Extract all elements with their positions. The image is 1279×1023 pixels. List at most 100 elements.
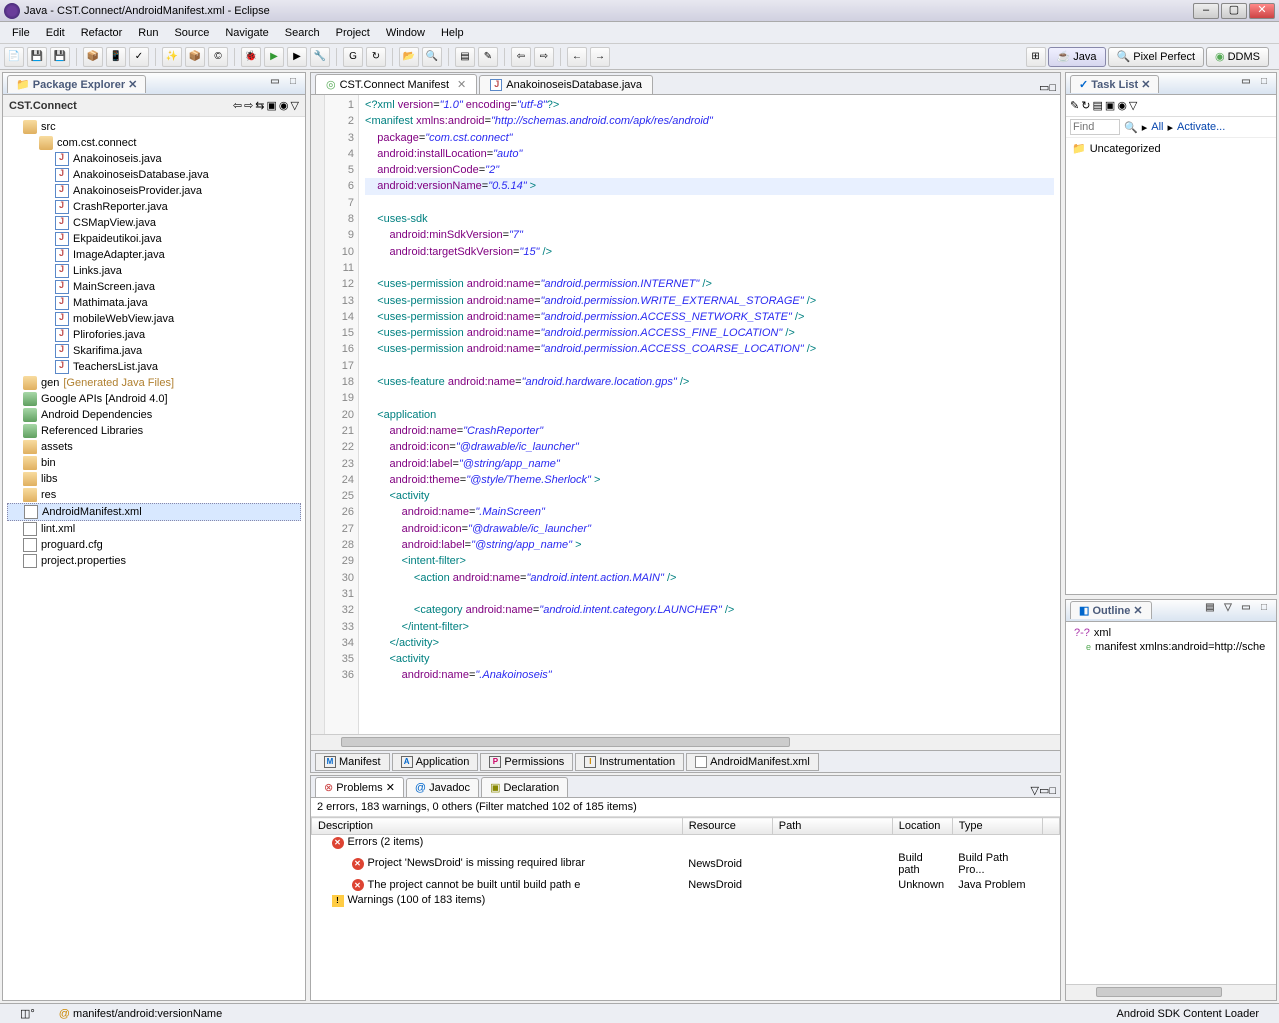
new-package-button[interactable]: 📦 [185,47,205,67]
maximize-view-icon[interactable]: □ [1049,82,1056,94]
maximize-view-icon[interactable]: □ [1256,602,1272,618]
new-class-button[interactable]: © [208,47,228,67]
folder-assets[interactable]: assets [7,439,301,455]
package-explorer-tree[interactable]: src com.cst.connect Anakoinoseis.javaAna… [3,117,305,1000]
java-file[interactable]: Plirofories.java [7,327,301,343]
open-type-button[interactable]: 📂 [399,47,419,67]
save-all-button[interactable]: 💾 [50,47,70,67]
lint-xml-file[interactable]: lint.xml [7,521,301,537]
minimize-view-icon[interactable]: ▭ [1039,82,1049,94]
prev-annotation-button[interactable]: ⇦ [511,47,531,67]
android-manifest-file[interactable]: AndroidManifest.xml [7,503,301,521]
error-row[interactable]: ✕The project cannot be built until build… [312,877,1060,893]
gen-folder[interactable]: gen [Generated Java Files] [7,375,301,391]
java-file[interactable]: CrashReporter.java [7,199,301,215]
task-find-input[interactable] [1070,119,1120,135]
filter-icon[interactable]: ▽ [1220,602,1236,618]
problems-tab[interactable]: ⊗Problems✕ [315,777,404,797]
code-editor[interactable]: 1234567891011121314151617181920212223242… [311,95,1060,734]
referenced-libs[interactable]: Referenced Libraries [7,423,301,439]
errors-group-row[interactable]: ✕Errors (2 items) [312,835,1060,851]
menu-project[interactable]: Project [328,25,378,41]
marker-bar[interactable] [311,95,325,734]
save-button[interactable]: 💾 [27,47,47,67]
close-icon[interactable]: ✕ [1133,605,1142,617]
java-file[interactable]: mobileWebView.java [7,311,301,327]
search-button[interactable]: 🔍 [422,47,442,67]
focus-task-icon[interactable]: ◉ [279,99,289,112]
view-menu-icon[interactable]: ▽ [1129,99,1137,112]
view-menu-icon[interactable]: ▽ [291,99,299,112]
mark-occurrences-button[interactable]: ✎ [478,47,498,67]
menu-file[interactable]: File [4,25,38,41]
menu-help[interactable]: Help [433,25,472,41]
col-resource[interactable]: Resource [682,818,772,835]
col-description[interactable]: Description [312,818,683,835]
minimize-view-icon[interactable]: ▭ [1238,602,1254,618]
maximize-view-icon[interactable]: □ [1049,785,1056,797]
outline-tab[interactable]: ◧ Outline ✕ [1070,601,1152,619]
folder-res[interactable]: res [7,487,301,503]
forward-icon[interactable]: ⇨ [244,99,253,112]
forward-button[interactable]: → [590,47,610,67]
external-tools-button[interactable]: 🔧 [310,47,330,67]
collapse-icon[interactable]: ▣ [1105,99,1115,112]
project-properties-file[interactable]: project.properties [7,553,301,569]
new-project-button[interactable]: ✨ [162,47,182,67]
back-button[interactable]: ← [567,47,587,67]
problems-table[interactable]: Description Resource Path Location Type … [311,817,1060,1000]
google-apis-lib[interactable]: Google APIs [Android 4.0] [7,391,301,407]
col-type[interactable]: Type [952,818,1042,835]
menu-refactor[interactable]: Refactor [73,25,131,41]
close-icon[interactable]: ✕ [128,79,137,91]
col-location[interactable]: Location [892,818,952,835]
perspective-java[interactable]: ☕Java [1048,47,1106,67]
outline-xml-root[interactable]: ?-?xml [1070,626,1272,640]
new-button[interactable]: 📄 [4,47,24,67]
editor-tab-manifest[interactable]: ◎CST.Connect Manifest✕ [315,74,477,94]
minimize-view-icon[interactable]: ▭ [1039,785,1049,797]
bottom-tab-xml[interactable]: AndroidManifest.xml [686,753,819,771]
package-explorer-tab[interactable]: 📁 Package Explorer ✕ [7,75,146,93]
new-java-button[interactable]: G [343,47,363,67]
maximize-view-icon[interactable]: □ [1256,76,1272,92]
java-file[interactable]: MainScreen.java [7,279,301,295]
maximize-view-icon[interactable]: □ [285,76,301,92]
close-icon[interactable]: ✕ [457,78,466,91]
proguard-cfg-file[interactable]: proguard.cfg [7,537,301,553]
src-folder[interactable]: src [7,119,301,135]
lint-button[interactable]: ✓ [129,47,149,67]
debug-button[interactable]: 🐞 [241,47,261,67]
android-deps-lib[interactable]: Android Dependencies [7,407,301,423]
menu-window[interactable]: Window [378,25,433,41]
java-file[interactable]: Links.java [7,263,301,279]
bottom-tab-application[interactable]: AApplication [392,753,479,771]
col-path[interactable]: Path [772,818,892,835]
refresh-button[interactable]: ↻ [366,47,386,67]
categorize-icon[interactable]: ▤ [1092,99,1102,112]
bottom-tab-permissions[interactable]: PPermissions [480,753,573,771]
task-list-tab[interactable]: ✓ Task List ✕ [1070,75,1159,93]
avd-manager-button[interactable]: 📱 [106,47,126,67]
minimize-view-icon[interactable]: ▭ [1238,76,1254,92]
menu-navigate[interactable]: Navigate [217,25,276,41]
editor-tab-database[interactable]: AnakoinoseisDatabase.java [479,75,653,94]
task-activate-link[interactable]: Activate... [1177,121,1225,133]
menu-run[interactable]: Run [130,25,166,41]
perspective-ddms[interactable]: ◉DDMS [1206,47,1269,67]
outline-manifest-node[interactable]: emanifest xmlns:android=http://sche [1070,640,1272,654]
java-file[interactable]: ImageAdapter.java [7,247,301,263]
sync-icon[interactable]: ↻ [1081,99,1090,112]
java-file[interactable]: Skarifima.java [7,343,301,359]
minimize-button[interactable]: – [1193,3,1219,19]
run-button[interactable]: ▶ [264,47,284,67]
open-perspective-button[interactable]: ⊞ [1026,47,1046,67]
java-file[interactable]: Ekpaideutikoi.java [7,231,301,247]
close-button[interactable]: ✕ [1249,3,1275,19]
next-annotation-button[interactable]: ⇨ [534,47,554,67]
error-row[interactable]: ✕Project 'NewsDroid' is missing required… [312,850,1060,877]
close-icon[interactable]: ✕ [1141,79,1150,91]
uncategorized-category[interactable]: 📁Uncategorized [1068,140,1274,157]
close-icon[interactable]: ✕ [386,781,395,794]
java-file[interactable]: TeachersList.java [7,359,301,375]
